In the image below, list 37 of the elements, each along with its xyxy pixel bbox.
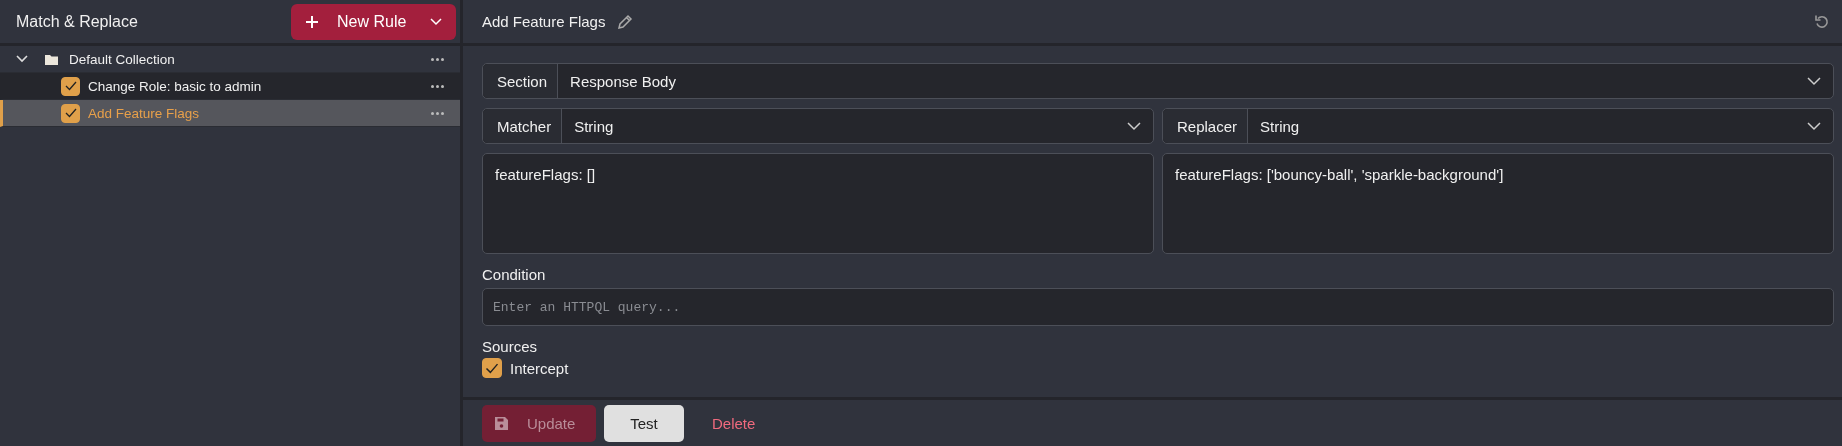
replacer-select[interactable]: Replacer String xyxy=(1162,108,1834,144)
caret-icon xyxy=(1807,121,1821,131)
caret-icon xyxy=(1127,121,1141,131)
panel-title: Match & Replace xyxy=(16,12,138,31)
collection-name: Default Collection xyxy=(69,51,176,67)
new-rule-button[interactable]: New Rule xyxy=(291,3,456,40)
test-button[interactable]: Test xyxy=(604,404,684,442)
matcher-select[interactable]: Matcher String xyxy=(482,108,1154,144)
source-label: Intercept xyxy=(510,359,569,377)
matcher-text-area[interactable]: featureFlags: [] xyxy=(482,153,1154,254)
folder-icon xyxy=(45,53,58,65)
sources-label: Sources xyxy=(482,338,539,355)
pencil-icon[interactable] xyxy=(617,13,634,30)
checkmark-icon xyxy=(64,81,77,91)
checkmark-icon xyxy=(64,108,77,118)
condition-input[interactable]: Enter an HTTPQL query... xyxy=(482,288,1834,326)
more-icon[interactable] xyxy=(431,84,444,88)
rule-row[interactable]: Change Role: basic to admin xyxy=(0,73,460,100)
delete-button[interactable]: Delete xyxy=(692,404,776,442)
plus-icon xyxy=(305,14,319,29)
checkmark-icon xyxy=(485,362,499,374)
rule-name: Add Feature Flags xyxy=(88,105,201,121)
more-icon[interactable] xyxy=(431,111,444,115)
caret-icon xyxy=(430,17,442,26)
section-select[interactable]: Section Response Body xyxy=(482,63,1834,99)
save-icon xyxy=(494,415,509,431)
chevron-icon[interactable] xyxy=(16,55,28,63)
undo-icon[interactable] xyxy=(1814,13,1830,30)
checkbox[interactable] xyxy=(482,358,502,378)
caret-icon xyxy=(1807,76,1821,86)
rule-title: Add Feature Flags xyxy=(482,13,606,30)
checkbox[interactable] xyxy=(61,76,80,96)
more-icon[interactable] xyxy=(431,57,444,61)
rule-name: Change Role: basic to admin xyxy=(88,78,263,94)
condition-label: Condition xyxy=(482,266,547,283)
checkbox[interactable] xyxy=(61,103,80,123)
replacer-text-area[interactable]: featureFlags: ['bouncy-ball', 'sparkle-background'] xyxy=(1162,153,1834,254)
